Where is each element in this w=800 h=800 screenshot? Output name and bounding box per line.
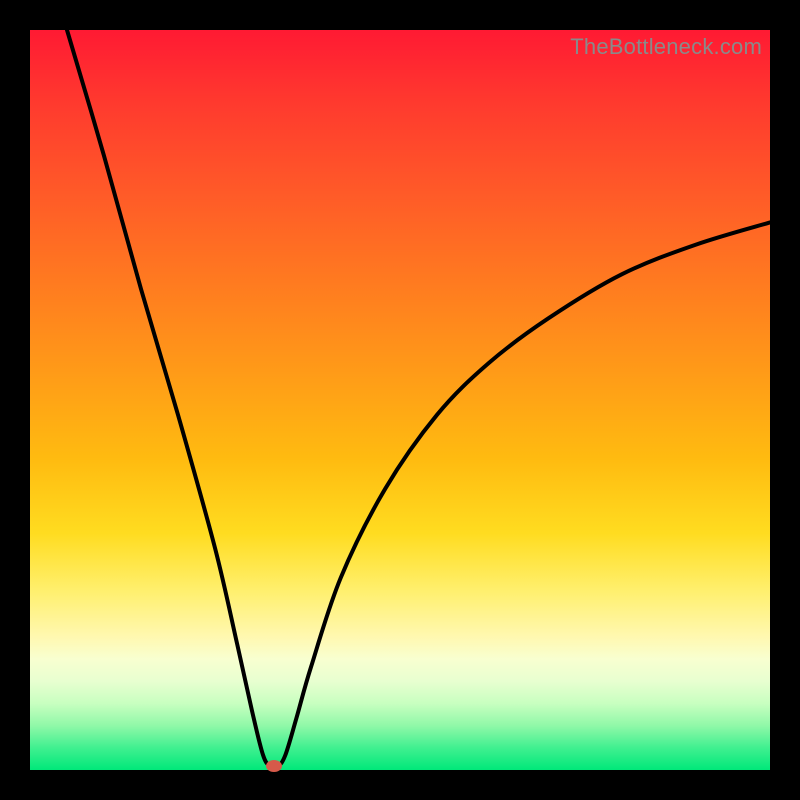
plot-area: TheBottleneck.com — [30, 30, 770, 770]
chart-frame: TheBottleneck.com — [0, 0, 800, 800]
optimum-marker — [266, 760, 282, 772]
bottleneck-curve — [30, 30, 770, 770]
curve-path — [67, 30, 770, 768]
